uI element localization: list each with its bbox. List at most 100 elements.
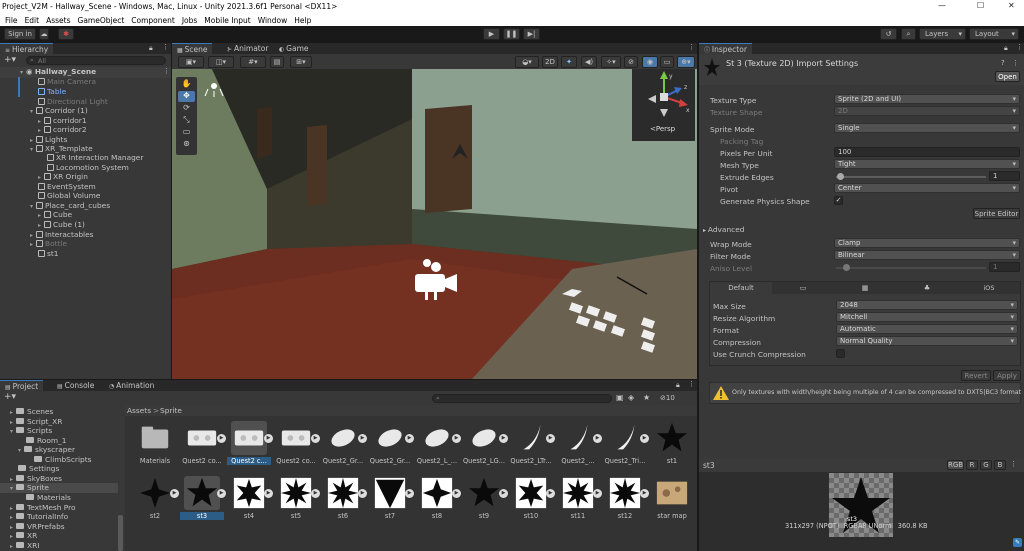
wrap-mode-dropdown[interactable]: Clamp [834,238,1020,248]
persp-label[interactable]: <Persp [650,125,675,133]
rotate-tool-icon[interactable]: ⟳ [178,103,195,114]
asset-st7[interactable]: st7 ▶ [368,476,414,522]
asset-star-map[interactable]: star map [650,476,694,522]
format-dropdown[interactable]: Automatic [836,324,1018,334]
aniso-level-field[interactable]: 1 [989,262,1020,272]
folder-materials[interactable]: Materials [26,493,71,503]
hierarchy-item-st1[interactable]: st1 [38,249,58,259]
expand-subassets-icon[interactable]: ▶ [311,434,320,443]
more-icon[interactable]: ⋮ [162,43,169,51]
channel-rgb-button[interactable]: RGB [947,460,964,470]
layout-dropdown[interactable]: Layout ▾ [969,28,1019,40]
tab-default[interactable]: Default [710,282,772,294]
menu-component[interactable]: Component [131,16,175,25]
sprite-editor-button[interactable]: Sprite Editor [973,208,1020,219]
settings-icon[interactable]: ⋮ [1012,59,1019,67]
asset-st12[interactable]: st12 ▶ [603,476,649,522]
tab-game[interactable]: ◐ Game [274,43,313,54]
folder-scripts[interactable]: ▾ Scripts [10,426,52,436]
lock-icon[interactable]: 🔒︎ [1004,44,1008,53]
expand-subassets-icon[interactable]: ▶ [593,434,602,443]
tab-inspector[interactable]: ⓘ Inspector [699,43,752,54]
asset-quest2-gr[interactable]: Quest2_Gr... ▶ [368,421,414,467]
resize-algorithm-dropdown[interactable]: Mitchell [836,312,1018,322]
tab-project[interactable]: ▤ Project [0,380,44,391]
menu-assets[interactable]: Assets [46,16,70,25]
folder-tree-scrollbar[interactable] [118,515,123,551]
tab-android-icon[interactable]: ♣ [896,282,958,294]
saved-search-icon[interactable]: ★ [643,393,650,402]
menu-mobile-input[interactable]: Mobile Input [204,16,250,25]
play-button[interactable]: ▶ [483,28,500,40]
asset-st6[interactable]: st6 ▶ [321,476,367,522]
menu-gameobject[interactable]: GameObject [78,16,125,25]
advanced-foldout[interactable]: ▸ Advanced [703,225,744,234]
aniso-slider-thumb[interactable] [843,264,850,271]
more-icon[interactable]: ⋮ [1016,43,1023,51]
tab-console[interactable]: ▤ Console [52,380,99,391]
camera-icon[interactable]: ▭ [660,56,674,68]
asset-st11[interactable]: st11 ▶ [556,476,602,522]
draw-mode-icon[interactable]: ▣▾ [178,56,204,68]
step-button[interactable]: ▶| [523,28,540,40]
folder-settings[interactable]: Settings [18,464,59,474]
audio-icon[interactable]: ◀) [581,56,597,68]
breadcrumb-assets[interactable]: Assets [127,406,151,415]
asset-quest2-gr[interactable]: Quest2_Gr... ▶ [321,421,367,467]
asset-quest2-ltr[interactable]: Quest2_LTr... ▶ [509,421,555,467]
lock-icon[interactable]: 🔒︎ [676,381,680,390]
expand-subassets-icon[interactable]: ▶ [452,489,461,498]
extrude-edges-field[interactable]: 1 [989,171,1020,181]
asset-st8[interactable]: st8 ▶ [415,476,461,522]
tab-webgl-icon[interactable]: ▦ [834,282,896,294]
view-options-icon[interactable]: ◫▾ [208,56,234,68]
extrude-slider-thumb[interactable] [837,173,844,180]
expand-subassets-icon[interactable]: ▶ [405,434,414,443]
menu-file[interactable]: File [5,16,18,25]
expand-subassets-icon[interactable]: ▶ [311,489,320,498]
folder-scenes[interactable]: ▸ Scenes [10,407,53,417]
folder-skyscraper[interactable]: ▾ skyscraper [18,445,75,455]
sign-in-button[interactable]: Sign in [4,28,36,40]
folder-sprite[interactable]: ▾ Sprite [10,483,49,493]
asset-quest2-lg[interactable]: Quest2_LG... ▶ [462,421,508,467]
scale-tool-icon[interactable]: ⤡ [178,115,195,126]
orientation-gizmo[interactable]: y x z <Persp [632,69,695,141]
maximize-button[interactable]: ☐ [977,1,984,10]
expand-subassets-icon[interactable]: ▶ [546,434,555,443]
asset-st4[interactable]: st4 ▶ [227,476,273,522]
open-button[interactable]: Open [995,71,1020,82]
layers-dropdown[interactable]: Layers ▾ [919,28,966,40]
texture-type-dropdown[interactable]: Sprite (2D and UI) [834,94,1020,104]
lock-icon[interactable]: 🔒︎ [149,44,153,53]
tab-standalone-icon[interactable]: ▭ [772,282,834,294]
revert-button[interactable]: Revert [961,370,991,381]
move-tool-icon[interactable]: ✥ [178,91,195,102]
scene-gizmo-icon[interactable]: ⊕▾ [677,56,695,68]
lighting-icon[interactable]: ✦ [561,56,577,68]
help-icon[interactable]: ? [1001,59,1005,67]
pixels-per-unit-field[interactable]: 100 [834,147,1020,157]
hierarchy-item-bottle[interactable]: ▸ Bottle [30,239,67,249]
more-icon[interactable]: ⋮ [688,43,695,51]
preview-tag-icon[interactable]: ✎ [1013,538,1022,547]
close-button[interactable]: ✕ [1008,1,1015,10]
tab-ios[interactable]: iOS [958,282,1020,294]
transform-tool-icon[interactable]: ⊛ [178,139,195,150]
expand-subassets-icon[interactable]: ▶ [499,489,508,498]
tab-animation[interactable]: ◔ Animation [104,380,159,391]
texture-shape-dropdown[interactable]: 2D [834,106,1020,116]
asset-st1[interactable]: st1 [650,421,694,467]
menu-window[interactable]: Window [258,16,288,25]
asset-st2[interactable]: st2 ▶ [133,476,179,522]
hierarchy-item-main-camera[interactable]: Main Camera [38,77,96,87]
more-icon[interactable]: ⋮ [1010,460,1017,468]
pause-button[interactable]: ❚❚ [503,28,520,40]
channel-g-button[interactable]: G [980,460,992,470]
minimize-button[interactable]: — [938,1,946,10]
hierarchy-item-global-volume[interactable]: Global Volume [38,191,100,201]
tab-scene[interactable]: ▦ Scene [172,43,213,54]
search-icon[interactable]: ⌕ [901,28,916,40]
hidden-packages-icon[interactable]: ⊘10 [660,394,675,402]
apply-button[interactable]: Apply [993,370,1021,381]
